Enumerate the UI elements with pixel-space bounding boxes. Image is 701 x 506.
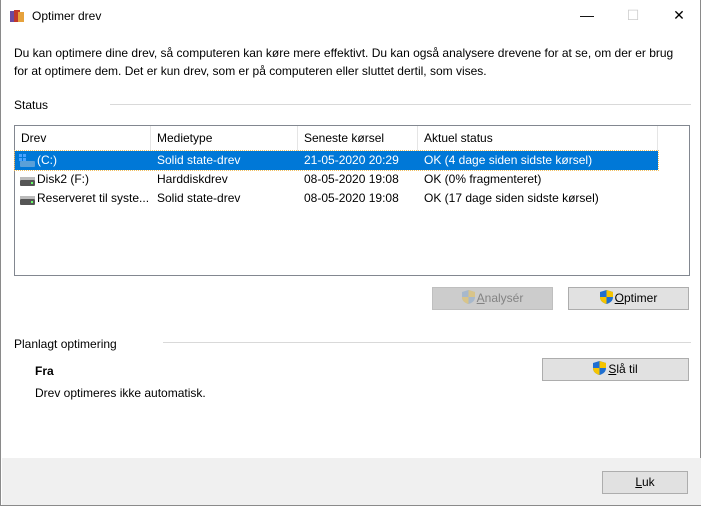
turn-on-button[interactable]: Slå til [542,358,689,381]
divider [110,104,691,105]
media-type: Solid state-drev [157,191,241,205]
media-type: Harddiskdrev [157,172,228,186]
close-dialog-button[interactable]: Luk [602,471,688,494]
current-status: OK (0% fragmenteret) [424,172,542,186]
analyze-button[interactable]: Analysér [432,287,553,310]
close-mnemonic: L [635,475,642,489]
optimize-mnemonic: O [614,291,624,305]
drive-list[interactable]: Drev Medietype Seneste kørsel Aktuel sta… [14,125,690,276]
column-last-run[interactable]: Seneste kørsel [298,126,418,151]
footer: Luk [2,458,701,505]
optimize-label: ptimer [624,291,658,305]
table-row[interactable]: Reserveret til syste... Solid state-drev 0… [15,189,658,208]
column-drive[interactable]: Drev [15,126,151,151]
analyze-label: nalysér [484,291,524,305]
drive-name: (C:) [37,153,57,167]
table-row[interactable]: Disk2 (F:) Harddiskdrev 08-05-2020 19:08 OK… [15,170,658,189]
schedule-group-label: Planlagt optimering [14,337,117,351]
list-header: Drev Medietype Seneste kørsel Aktuel sta… [15,126,689,151]
column-status[interactable]: Aktuel status [418,126,658,151]
column-media[interactable]: Medietype [151,126,298,151]
schedule-state: Fra [35,364,54,378]
table-row[interactable]: (C:) Solid state-drev 21-05-2020 20:29 OK (… [14,150,659,171]
last-run: 08-05-2020 19:08 [304,191,399,205]
minimize-button[interactable]: — [564,0,610,31]
current-status: OK (4 dage siden sidste kørsel) [424,153,593,167]
status-group-label: Status [14,98,49,112]
title-bar: Optimer drev — ☐ ✕ [1,0,701,31]
description: Du kan optimere dine drev, så computeren… [14,46,674,78]
schedule-detail: Drev optimeres ikke automatisk. [35,386,206,400]
close-label: uk [642,475,655,489]
shield-icon [599,290,613,304]
analyze-mnemonic: A [476,291,485,305]
drive-name: Reserveret til syste... [37,191,150,205]
window: Optimer drev — ☐ ✕ Du kan optimere dine … [0,0,701,506]
shield-icon [461,290,475,304]
window-title: Optimer drev [32,9,102,23]
close-button[interactable]: ✕ [656,0,701,31]
optimize-button[interactable]: Optimer [568,287,689,310]
divider [163,342,691,343]
shield-icon [593,361,607,375]
maximize-button[interactable]: ☐ [610,0,656,31]
media-type: Solid state-drev [157,153,241,167]
last-run: 21-05-2020 20:29 [304,153,399,167]
current-status: OK (17 dage siden sidste kørsel) [424,191,599,205]
turn-on-label: lå til [616,362,638,376]
app-icon [10,10,24,22]
last-run: 08-05-2020 19:08 [304,172,399,186]
drive-name: Disk2 (F:) [37,172,89,186]
